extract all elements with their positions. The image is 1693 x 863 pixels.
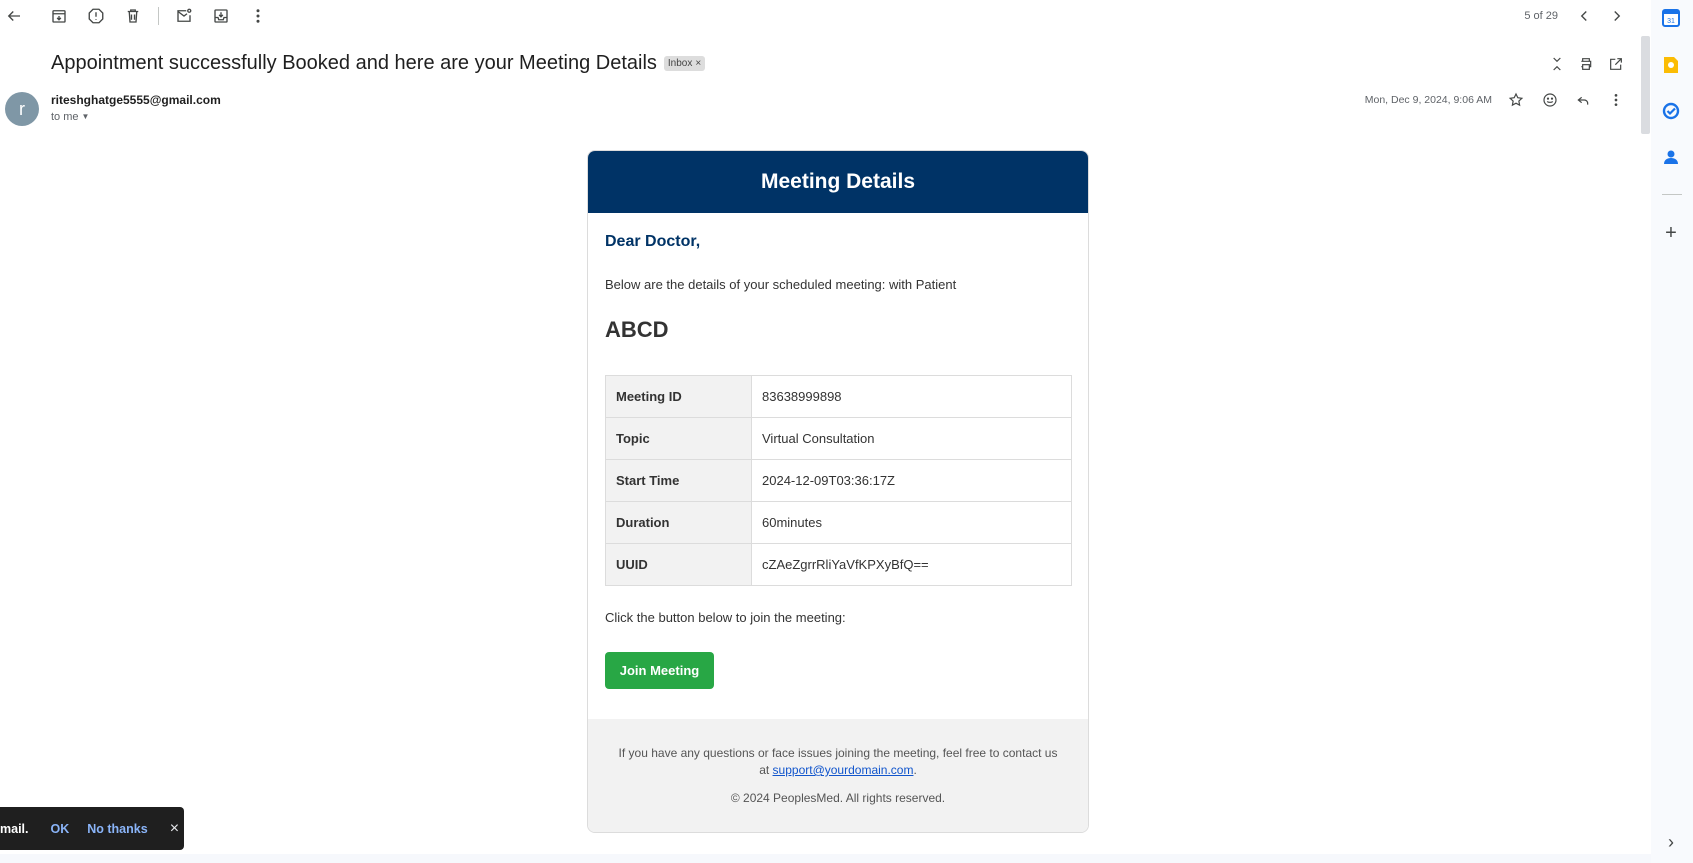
row-value: 83638999898 (751, 375, 1072, 418)
chevron-right-icon (1614, 11, 1621, 21)
row-key: Start Time (605, 459, 752, 502)
chevron-left-icon (1580, 11, 1587, 21)
more-vert-icon (1614, 94, 1618, 106)
message-toolbar: 5 of 29 (0, 0, 1640, 32)
support-email-link[interactable]: support@yourdomain.com (773, 763, 914, 777)
tasks-app-button[interactable] (1661, 101, 1681, 121)
expand-panel-button[interactable]: › (1661, 832, 1681, 852)
older-button[interactable] (1605, 4, 1629, 28)
email-content: Dear Doctor, Below are the details of yo… (588, 213, 1088, 689)
collapse-all-button[interactable] (1545, 52, 1569, 76)
snackbar-message: mail. (0, 821, 29, 836)
row-value: 2024-12-09T03:36:17Z (751, 459, 1072, 502)
footer-period: . (913, 763, 917, 777)
join-instruction: Click the button below to join the meeti… (605, 610, 846, 625)
delete-button[interactable] (121, 4, 145, 28)
remove-label-button[interactable]: × (695, 58, 701, 69)
footer-contact: If you have any questions or face issues… (588, 745, 1088, 779)
table-row: Start Time 2024-12-09T03:36:17Z (605, 459, 1072, 502)
row-value: Virtual Consultation (751, 417, 1072, 460)
star-button[interactable] (1504, 88, 1528, 112)
newer-button[interactable] (1572, 4, 1596, 28)
move-to-button[interactable] (209, 4, 233, 28)
meeting-details-table: Meeting ID 83638999898 Topic Virtual Con… (605, 375, 1072, 586)
add-addon-button[interactable]: + (1661, 222, 1681, 244)
calendar-app-button[interactable]: 31 (1661, 8, 1681, 28)
caret-down-icon[interactable]: ▼ (82, 112, 90, 121)
table-row: UUID cZAeZgrrRliYaVfKPXyBfQ== (605, 543, 1072, 586)
reply-icon (1577, 96, 1589, 105)
keep-icon (1664, 57, 1678, 73)
svg-text:31: 31 (1667, 18, 1675, 25)
trash-icon (127, 9, 139, 23)
email-subject: Appointment successfully Booked and here… (51, 52, 706, 75)
bottom-strip (0, 854, 1651, 863)
greeting: Dear Doctor, (605, 233, 701, 250)
mark-unread-button[interactable] (172, 4, 196, 28)
pager-count: 5 of 29 (1524, 10, 1558, 22)
recipient-details[interactable]: to me ▼ (51, 111, 89, 123)
print-button[interactable] (1574, 52, 1598, 76)
star-icon (1508, 92, 1524, 107)
open-in-new-icon (1610, 58, 1622, 70)
email-body-card: Meeting Details Dear Doctor, Below are t… (587, 150, 1089, 833)
more-vert-icon (256, 9, 260, 23)
copyright: © 2024 PeoplesMed. All rights reserved. (730, 791, 946, 805)
email-footer: If you have any questions or face issues… (588, 719, 1088, 832)
row-key: Meeting ID (605, 375, 752, 418)
report-spam-button[interactable] (84, 4, 108, 28)
snackbar-ok-button[interactable]: OK (51, 822, 70, 836)
row-key: Topic (605, 417, 752, 460)
mail-unread-icon (177, 8, 192, 22)
move-to-inbox-icon (214, 9, 228, 23)
row-value: cZAeZgrrRliYaVfKPXyBfQ== (751, 543, 1072, 586)
emoji-icon (1543, 93, 1557, 107)
gmail-message-view: 5 of 29 Appointment successfully Booked … (0, 0, 1693, 863)
back-button[interactable] (2, 4, 26, 28)
back-arrow-icon (7, 11, 20, 21)
open-new-window-button[interactable] (1604, 52, 1628, 76)
reply-button[interactable] (1571, 88, 1595, 112)
contacts-app-button[interactable] (1661, 147, 1681, 167)
table-row: Topic Virtual Consultation (605, 417, 1072, 460)
sender-avatar[interactable]: r (5, 92, 39, 126)
add-reaction-button[interactable] (1538, 88, 1562, 112)
calendar-icon: 31 (1662, 9, 1680, 27)
close-icon[interactable]: × (170, 820, 179, 838)
inbox-label-chip: Inbox × (663, 56, 706, 71)
row-key: UUID (605, 543, 752, 586)
row-key: Duration (605, 501, 752, 544)
tasks-icon (1662, 102, 1680, 120)
archive-icon (52, 10, 66, 23)
table-row: Meeting ID 83638999898 (605, 375, 1072, 418)
patient-name: ABCD (605, 317, 669, 342)
scrollbar-thumb[interactable] (1641, 36, 1650, 134)
message-date: Mon, Dec 9, 2024, 9:06 AM (1364, 94, 1492, 106)
label-text: Inbox (667, 58, 693, 69)
print-icon (1581, 58, 1592, 70)
row-value: 60minutes (751, 501, 1072, 544)
intro-text: Below are the details of your scheduled … (605, 277, 957, 292)
recipient-text: to me (51, 111, 79, 123)
subject-text: Appointment successfully Booked and here… (51, 52, 657, 74)
keep-app-button[interactable] (1661, 55, 1681, 75)
contacts-icon (1664, 150, 1678, 164)
rail-divider (1662, 194, 1682, 195)
notification-snackbar: mail. OK No thanks × (0, 807, 184, 850)
archive-button[interactable] (47, 4, 71, 28)
more-options-button[interactable] (246, 4, 270, 28)
side-panel-rail: 31 + › (1651, 0, 1693, 863)
meeting-details-header: Meeting Details (588, 151, 1088, 213)
message-more-button[interactable] (1604, 88, 1628, 112)
scrollbar-track[interactable] (1640, 32, 1651, 854)
spam-icon (88, 8, 104, 24)
unfold-less-icon (1553, 57, 1561, 71)
snackbar-no-thanks-button[interactable]: No thanks (87, 822, 147, 836)
join-meeting-button[interactable]: Join Meeting (605, 652, 714, 689)
sender-email[interactable]: riteshghatge5555@gmail.com (51, 93, 221, 107)
toolbar-divider (158, 7, 159, 25)
table-row: Duration 60minutes (605, 501, 1072, 544)
